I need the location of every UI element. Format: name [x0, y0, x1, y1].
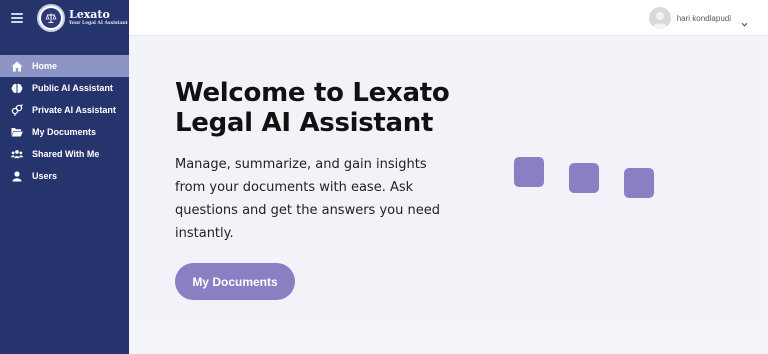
page-title: Welcome to Lexato Legal AI Assistant [175, 78, 450, 138]
hero-description: Manage, summarize, and gain insights fro… [175, 157, 440, 241]
gender-icon [11, 104, 23, 116]
sidebar-item-label: My Documents [32, 127, 97, 137]
folder-open-icon [11, 126, 23, 138]
sidebar-item-users[interactable]: Users [0, 165, 129, 187]
sidebar-item-label: Shared With Me [32, 149, 100, 159]
home-icon [11, 60, 23, 72]
chevron-down-icon [741, 15, 748, 27]
main-content: Welcome to Lexato Legal AI Assistant Man… [129, 37, 768, 354]
users-icon [11, 148, 23, 160]
sidebar-menu: Home Public AI Assistant Private AI Assi… [0, 55, 129, 187]
user-icon [11, 170, 23, 182]
sidebar-item-public-ai-assistant[interactable]: Public AI Assistant [0, 77, 129, 99]
top-bar: hari kondlapudi [129, 0, 768, 36]
hamburger-menu-icon[interactable] [11, 13, 23, 23]
sidebar-item-label: Public AI Assistant [32, 83, 113, 93]
loading-square-1 [514, 157, 544, 187]
sidebar-item-home[interactable]: Home [0, 55, 129, 77]
sidebar-item-label: Private AI Assistant [32, 105, 116, 115]
welcome-hero: Welcome to Lexato Legal AI Assistant Man… [137, 45, 760, 318]
brand-title: Lexato [69, 8, 110, 22]
brand-text: Lexato Your Legal AI Assistant [69, 9, 128, 27]
sidebar-item-label: Home [32, 61, 58, 71]
brand-subtitle: Your Legal AI Assistant [69, 21, 128, 27]
user-name: hari kondlapudi [676, 13, 731, 23]
sidebar-item-shared-with-me[interactable]: Shared With Me [0, 143, 129, 165]
sidebar-item-private-ai-assistant[interactable]: Private AI Assistant [0, 99, 129, 121]
loading-square-3 [624, 168, 654, 198]
brain-icon [11, 82, 23, 94]
title-line-1: Welcome to Lexato [175, 78, 450, 108]
sidebar-item-my-documents[interactable]: My Documents [0, 121, 129, 143]
user-menu[interactable]: hari kondlapudi [648, 7, 748, 29]
avatar [648, 7, 671, 29]
sidebar-item-label: Users [32, 171, 58, 181]
my-documents-button[interactable]: My Documents [175, 263, 295, 300]
sidebar: Lexato Your Legal AI Assistant Home Publ… [0, 0, 129, 354]
loading-square-2 [569, 163, 599, 193]
brand-header: Lexato Your Legal AI Assistant [0, 0, 129, 36]
title-line-2: Legal AI Assistant [175, 108, 434, 138]
logo-icon [37, 4, 65, 32]
